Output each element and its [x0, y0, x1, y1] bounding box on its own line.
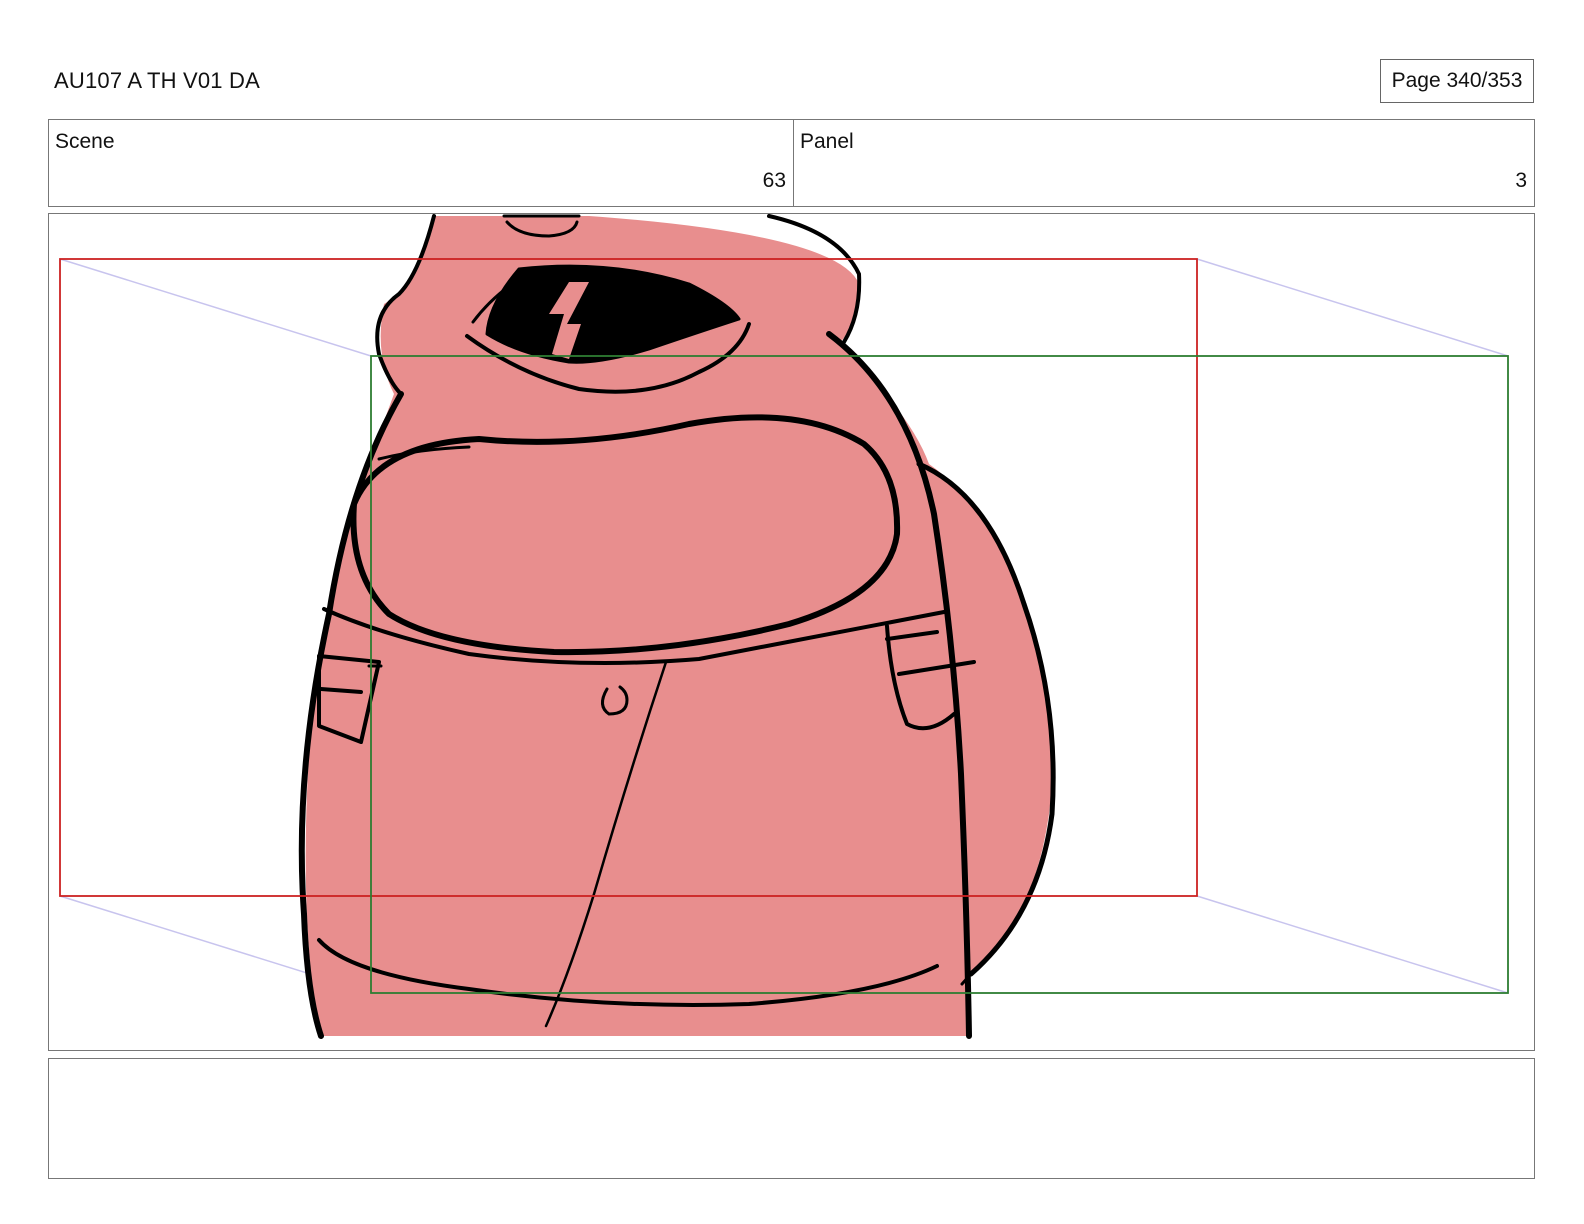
storyboard-frame [48, 213, 1535, 1051]
scene-cell: Scene 63 [49, 120, 794, 206]
document-title: AU107 A TH V01 DA [54, 68, 260, 93]
panel-label: Panel [800, 130, 854, 153]
scene-number: 63 [762, 169, 786, 192]
panel-number: 3 [1515, 169, 1527, 192]
scene-panel-info: Scene 63 Panel 3 [48, 119, 1535, 207]
page-indicator: Page 340/353 [1380, 59, 1534, 103]
character-figure [298, 214, 1056, 1039]
scene-label: Scene [55, 130, 115, 153]
storyboard-drawing [59, 214, 1509, 1039]
notes-box [48, 1058, 1535, 1179]
panel-cell: Panel 3 [794, 120, 1534, 206]
